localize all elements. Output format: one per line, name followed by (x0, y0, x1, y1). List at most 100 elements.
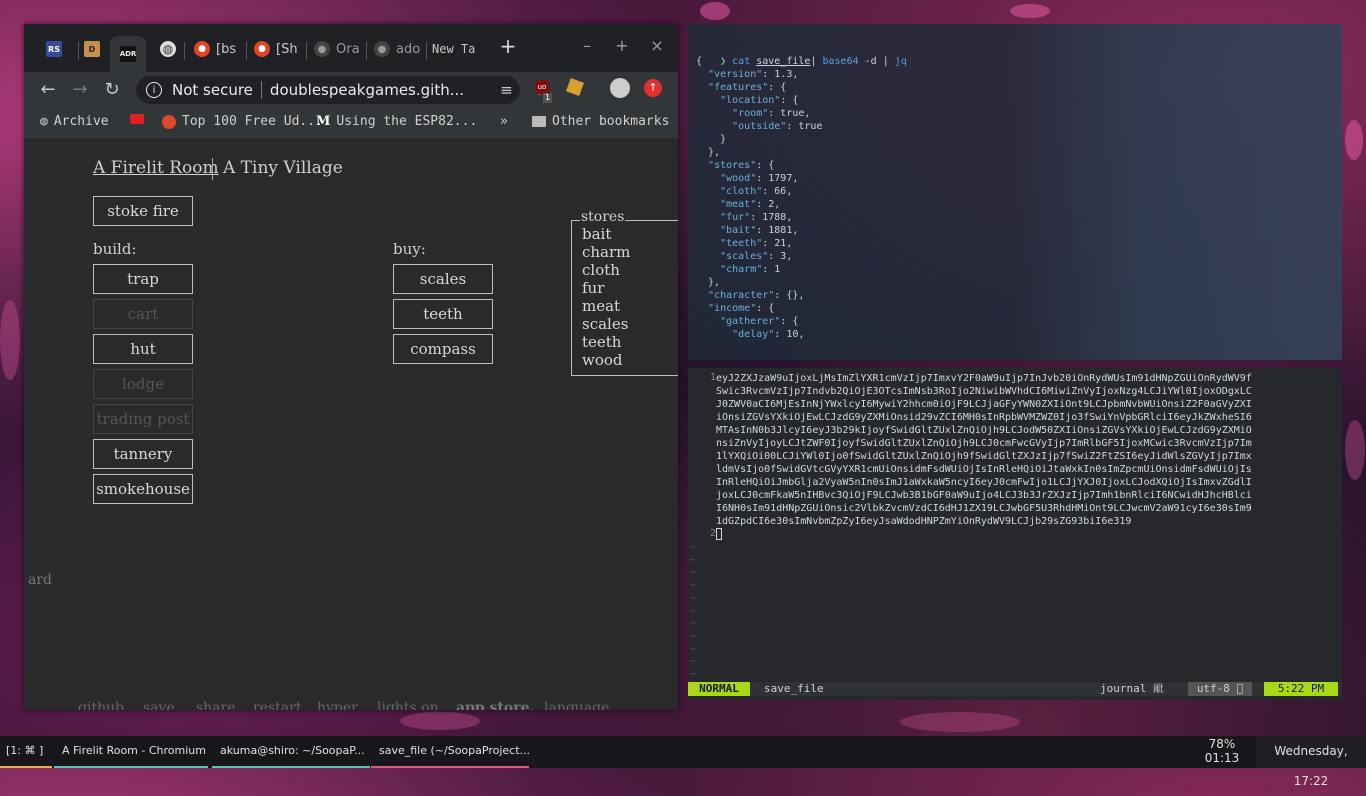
forward-arrow-icon[interactable]: → (68, 78, 92, 102)
terminal-pane[interactable]: ❯ cat save_file| base64 -d | jq { "versi… (688, 24, 1342, 360)
location-firelit-room[interactable]: A Firelit Room (93, 158, 219, 178)
json-output-line: }, (696, 277, 721, 288)
bookmark-label: Archive (53, 114, 109, 129)
stores-panel: stores bait charm cloth fur meat scales … (571, 209, 678, 376)
wallpaper-petal (0, 300, 20, 380)
chromium-window: RS D ADR ◍ ● [bs ● [Sh ● Ora ● ado New T… (24, 24, 678, 710)
maximize-button[interactable]: + (610, 36, 634, 55)
back-arrow-icon[interactable]: ← (36, 78, 60, 102)
json-output-line: "character": {}, (708, 290, 805, 301)
tab-github-2[interactable]: ● ado (374, 34, 424, 64)
buffer-line: Swic3RvcmVzIjp7Indvb2QiOjE3OTcsImNsb3RoI… (716, 386, 1252, 397)
buy-scales-button[interactable]: scales (393, 264, 493, 294)
reader-mode-icon[interactable]: ≡ (500, 81, 513, 99)
buffer-text[interactable]: eyJ2ZXJzaW9uIjoxLjMsImZlYXR1cmVzIjp7Imxv… (716, 372, 1336, 528)
task-chromium[interactable]: A Firelit Room - Chromium (54, 736, 208, 768)
footer-hyper-link[interactable]: hyper. (317, 700, 361, 710)
bookmarks-bar: ◍ Archive Top 100 Free Ud... M Using the… (24, 108, 678, 139)
tab-rs[interactable]: RS (46, 34, 68, 64)
build-smokehouse-button[interactable]: smokehouse (93, 474, 193, 504)
minimize-button[interactable]: – (575, 36, 599, 55)
info-icon[interactable]: i (146, 82, 162, 98)
adr-favicon-icon: ADR (120, 46, 136, 62)
new-tab-button[interactable]: + (496, 34, 520, 58)
tab-d[interactable]: D (84, 34, 106, 64)
footer-share-link[interactable]: share. (196, 700, 240, 710)
empty-line-tilde: ~ (690, 605, 697, 617)
json-output-line: "wood": 1797, (720, 173, 799, 184)
update-icon[interactable]: ↑ (644, 79, 662, 97)
build-tannery-button[interactable]: tannery (93, 439, 193, 469)
youtube-icon (130, 114, 144, 124)
cursor (716, 528, 722, 540)
ublock-extension-icon[interactable]: uo (535, 80, 549, 94)
build-trading-post-button[interactable]: trading post (93, 404, 193, 434)
bookmark-udemy[interactable]: Top 100 Free Ud... (162, 114, 323, 129)
tab-label: ado (396, 41, 421, 57)
tab-adr[interactable]: ADR (110, 36, 146, 72)
footer-language-link[interactable]: language. (544, 700, 614, 710)
bookmark-medium[interactable]: M Using the ESP82... (316, 114, 477, 129)
extension-badge: 1 (543, 93, 553, 103)
footer-restart-link[interactable]: restart. (253, 700, 306, 710)
close-button[interactable]: × (645, 36, 669, 55)
build-cart-button[interactable]: cart (93, 299, 193, 329)
security-status[interactable]: Not secure (172, 81, 253, 99)
location-tiny-village[interactable]: A Tiny Village (223, 158, 343, 178)
tab-globe[interactable]: ◍ (160, 34, 182, 64)
bookmarks-overflow-chevron[interactable]: » (500, 114, 508, 129)
json-output-line: }, (696, 147, 721, 158)
reddit-icon: ● (254, 41, 270, 57)
vim-statusline: NORMAL save_file journal 𣬈 utf-8 𫕣 5:22 … (688, 682, 1342, 696)
build-hut-button[interactable]: hut (93, 334, 193, 364)
workspace-indicator[interactable]: [1: ⌘ ] (0, 736, 52, 768)
build-lodge-button[interactable]: lodge (93, 369, 193, 399)
other-bookmarks[interactable]: Other bookmarks (532, 114, 669, 129)
json-output-line: { (696, 56, 703, 67)
omnibox[interactable]: i Not secure doublespeakgames.gith... ≡ … (136, 76, 550, 104)
url-text[interactable]: doublespeakgames.gith... (270, 81, 464, 99)
tab-label: [Sh (276, 41, 298, 57)
build-trap-button[interactable]: trap (93, 264, 193, 294)
json-output-line: "room": true, (732, 108, 811, 119)
buy-teeth-button[interactable]: teeth (393, 299, 493, 329)
extension-icon[interactable] (566, 78, 584, 96)
store-item: teeth (582, 333, 622, 351)
reddit-icon: ● (194, 41, 210, 57)
taskbar: [1: ⌘ ] A Firelit Room - Chromium akuma@… (0, 736, 1366, 788)
line-number: 1 (709, 372, 716, 383)
footer-github-link[interactable]: github. (78, 700, 129, 710)
filename: save_file (764, 682, 824, 695)
tab-reddit-1[interactable]: ● [bs (194, 34, 244, 64)
browser-toolbar: ← → ↻ i Not secure doublespeakgames.gith… (24, 72, 678, 108)
task-vim[interactable]: save_file (~/SoopaProject... (371, 736, 529, 768)
footer-app-store-link[interactable]: app store. (456, 700, 534, 710)
store-item: fur (582, 279, 605, 297)
bookmark-label: Using the ESP82... (336, 114, 478, 129)
globe-icon: ◍ (160, 41, 176, 57)
stoke-fire-button[interactable]: stoke fire (93, 196, 193, 226)
buffer-line: eyJ2ZXJzaW9uIjoxLjMsImZlYXR1cmVzIjp7Imxv… (716, 373, 1252, 384)
buy-compass-button[interactable]: compass (393, 334, 493, 364)
cmd-file: save_file (756, 56, 811, 67)
vim-editor[interactable]: 1 eyJ2ZXJzaW9uIjoxLjMsImZlYXR1cmVzIjp7Im… (688, 368, 1342, 700)
tab-github-1[interactable]: ● Ora (314, 34, 364, 64)
bookmark-archive[interactable]: ◍ Archive (40, 114, 109, 129)
reload-icon[interactable]: ↻ (100, 78, 124, 102)
tab-reddit-2[interactable]: ● [Sh (254, 34, 304, 64)
buffer-line: J0ZWV0aCI6MjEsInNjYWxlcyI6MywiY2hhcm0iOj… (716, 399, 1252, 410)
wallpaper-petal (1345, 120, 1363, 160)
json-output-line: "stores": { (708, 160, 775, 171)
tab-new-tab[interactable]: New Ta (432, 34, 480, 64)
bookmark-youtube[interactable] (130, 114, 144, 124)
tab-label: New Ta (432, 42, 476, 56)
github-icon: ● (314, 41, 330, 57)
folder-icon (532, 116, 546, 127)
profile-avatar[interactable] (610, 78, 630, 98)
footer-lights-on-link[interactable]: lights on. (377, 700, 443, 710)
footer-save-link[interactable]: save. (143, 700, 179, 710)
buffer-line: iOnsiZGVsYXkiOjEwLCJzdG9yZXMiOnsid29vZCI… (716, 412, 1252, 423)
empty-line-tilde: ~ (690, 567, 697, 579)
task-terminal[interactable]: akuma@shiro: ~/SoopaP... (212, 736, 370, 768)
empty-line-tilde: ~ (690, 643, 697, 655)
